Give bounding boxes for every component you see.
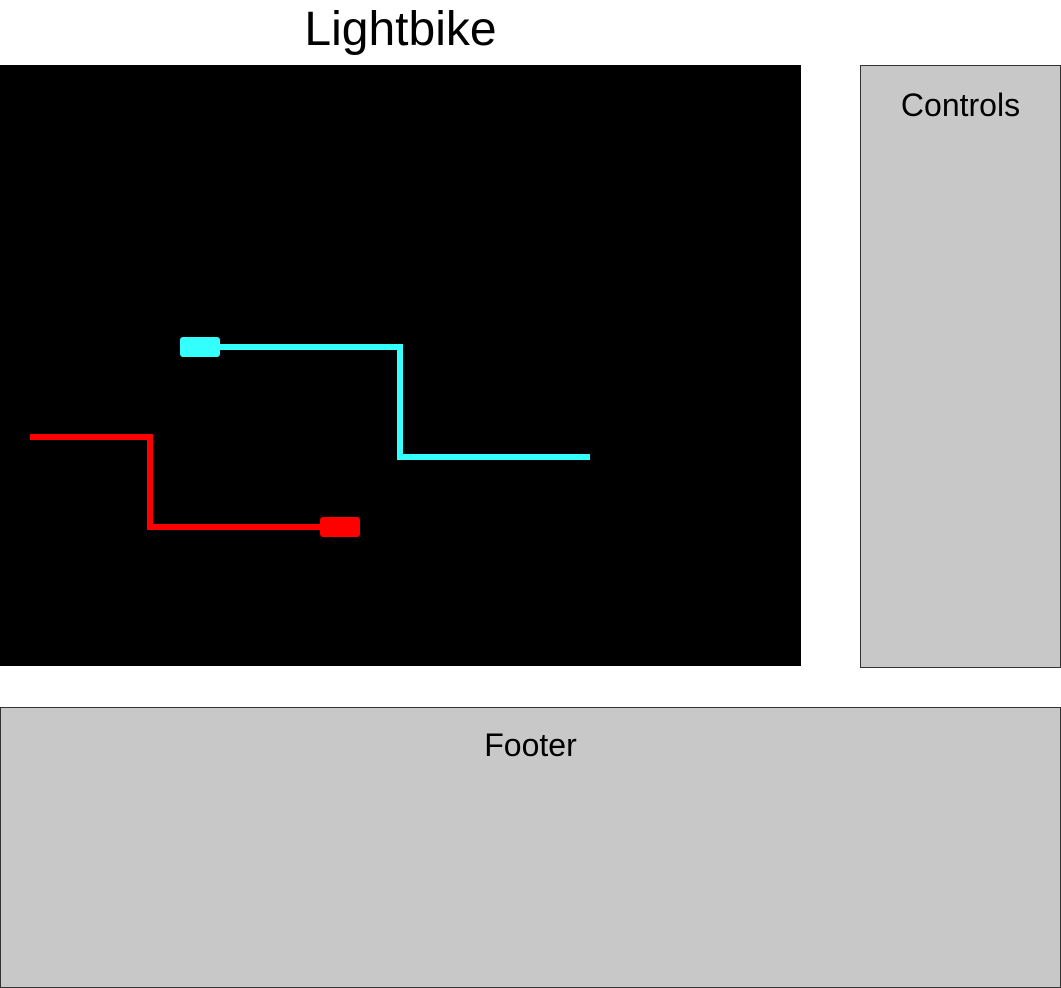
- cyan-player-bike: [180, 337, 220, 357]
- game-arena[interactable]: [0, 65, 801, 666]
- controls-heading: Controls: [900, 87, 1021, 123]
- red-player-trail: [30, 434, 320, 530]
- trails-layer: [30, 344, 590, 530]
- controls-panel: Controls: [860, 65, 1061, 668]
- footer-heading: Footer: [484, 727, 577, 763]
- cyan-player-trail: [220, 344, 590, 460]
- bikes-layer: [180, 337, 360, 537]
- footer-panel: Footer: [0, 707, 1061, 988]
- page-title: Lightbike: [304, 3, 497, 56]
- game-canvas[interactable]: [0, 65, 801, 666]
- red-player-bike: [320, 517, 360, 537]
